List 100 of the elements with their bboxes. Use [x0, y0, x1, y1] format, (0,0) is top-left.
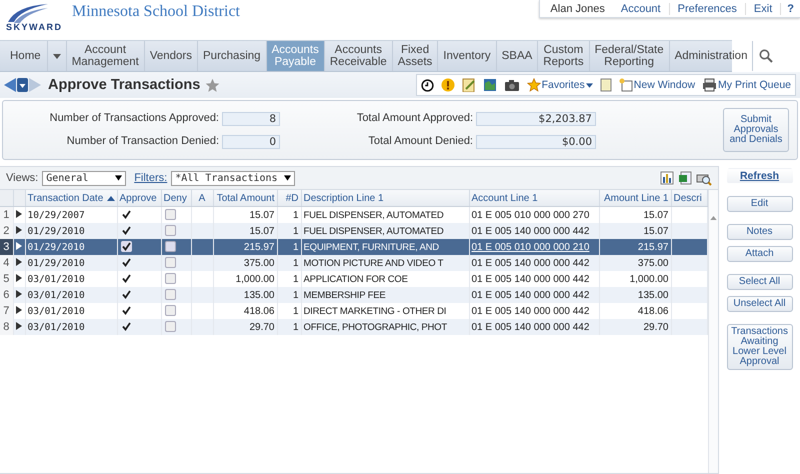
deny-checkbox[interactable] [164, 305, 176, 316]
field-label: Total Amount Approved: [356, 112, 473, 126]
user-menu-link[interactable]: Exit [744, 2, 780, 14]
approve-checkbox[interactable] [120, 225, 132, 236]
table-cell: 29.70 [213, 319, 277, 335]
caret-icon [284, 175, 291, 181]
action-button[interactable]: Notes [726, 224, 792, 240]
table-cell: 29.70 [599, 319, 671, 335]
action-button[interactable]: Edit [726, 196, 792, 212]
deny-checkbox[interactable] [164, 289, 176, 300]
table-cell: 1 [277, 319, 301, 335]
approve-checkbox[interactable] [120, 241, 132, 252]
deny-checkbox[interactable] [164, 321, 176, 332]
action-button[interactable]: Unselect All [726, 296, 792, 312]
chart-icon[interactable] [660, 171, 674, 185]
nav-tab[interactable]: SBAA [496, 41, 538, 71]
field-label: Number of Transactions Approved: [48, 112, 219, 126]
row-number: 7 [0, 303, 13, 319]
table-row[interactable]: 8 03/01/2010 29.70 1 OFFICE, PHOTOGRAPHIC, PHOT 01 E 005 140 000 000 442 29.70 [0, 319, 707, 335]
approve-checkbox[interactable] [120, 209, 132, 220]
caret-icon [586, 82, 593, 88]
star-icon [526, 78, 541, 92]
approve-checkbox[interactable] [120, 289, 132, 300]
approve-checkbox[interactable] [120, 321, 132, 332]
user-menu-link[interactable]: Preferences [668, 2, 745, 14]
submit-button[interactable]: Submit Approvals and Denials [723, 108, 789, 152]
row-number: 1 [0, 206, 13, 223]
scrollbar[interactable] [708, 190, 718, 473]
column-header[interactable]: #D [277, 190, 301, 206]
help-button[interactable]: ? [780, 2, 800, 14]
row-number: 3 [0, 239, 13, 255]
filters-select[interactable]: *All Transactions [171, 170, 295, 186]
column-header[interactable]: Description Line 1 [301, 190, 469, 206]
scroll-up-icon[interactable] [710, 216, 717, 220]
deny-checkbox[interactable] [164, 273, 176, 284]
approve-checkbox[interactable] [120, 305, 132, 316]
table-cell: 01 E 005 140 000 000 442 [469, 319, 599, 335]
table-row[interactable]: 4 01/29/2010 375.00 1 MOTION PICTURE AND VIDEO T 01 E 005 140 000 000 442 375.00 [0, 255, 707, 271]
amount-field: $0.00 [476, 134, 596, 148]
column-header[interactable]: Transaction Date [25, 190, 117, 206]
table-cell: 01 E 005 140 000 000 442 [469, 287, 599, 303]
action-button[interactable]: Attach [726, 246, 792, 262]
action-button[interactable]: Transactions Awaiting Lower Level Approval [726, 324, 792, 370]
action-button[interactable]: Select All [726, 274, 792, 290]
printer-icon [702, 78, 718, 92]
nav-tab[interactable]: Custom Reports [538, 41, 590, 71]
approve-checkbox[interactable] [120, 257, 132, 268]
deny-checkbox[interactable] [164, 241, 176, 252]
spreadsheet-icon[interactable] [678, 171, 692, 185]
clock-icon[interactable] [420, 78, 434, 92]
column-header[interactable]: Deny [161, 190, 191, 206]
dropdown-icon[interactable] [17, 78, 28, 92]
refresh-link[interactable]: Refresh [726, 168, 792, 184]
home-tab[interactable]: Home [0, 41, 48, 71]
filters-link[interactable]: Filters: [134, 172, 168, 184]
favorites-menu[interactable]: Favorites [526, 78, 593, 92]
star-icon[interactable] [205, 78, 220, 92]
map-icon[interactable] [482, 78, 497, 92]
notepad-icon[interactable] [462, 78, 476, 92]
back-arrow-icon[interactable] [4, 78, 16, 92]
print-queue-link[interactable]: My Print Queue [702, 78, 791, 92]
table-cell: MEMBERSHIP FEE [301, 287, 469, 303]
new-window-link[interactable]: New Window [618, 78, 696, 92]
column-header[interactable]: A [191, 190, 213, 206]
column-header[interactable]: Account Line 1 [469, 190, 599, 206]
user-menu-link[interactable]: Account [612, 2, 669, 14]
table-cell: MOTION PICTURE AND VIDEO T [301, 255, 469, 271]
row-number: 5 [0, 271, 13, 287]
table-row[interactable]: 6 03/01/2010 135.00 1 MEMBERSHIP FEE 01 E 005 140 000 000 442 135.00 [0, 287, 707, 303]
camera-icon[interactable] [504, 78, 520, 92]
nav-tab[interactable]: Fixed Assets [392, 41, 438, 71]
row-number: 8 [0, 319, 13, 335]
table-row[interactable]: 2 01/29/2010 15.07 1 FUEL DISPENSER, AUTOMATED 01 E 005 140 000 000 442 15.07 [0, 223, 707, 239]
nav-tab[interactable]: Account Management [66, 41, 145, 71]
nav-tab[interactable]: Federal/State Reporting [590, 41, 670, 71]
page-title: Approve Transactions [48, 77, 200, 93]
deny-checkbox[interactable] [164, 225, 176, 236]
table-cell: 135.00 [213, 287, 277, 303]
district-title: Minnesota School District [72, 3, 240, 21]
column-header[interactable]: Approve [117, 190, 161, 206]
search-icon [759, 49, 774, 63]
column-header[interactable]: Total Amount [213, 190, 277, 206]
deny-checkbox[interactable] [164, 209, 176, 220]
table-cell: OFFICE, PHOTOGRAPHIC, PHOT [301, 319, 469, 335]
nav-tab[interactable]: Accounts Receivable [324, 41, 393, 71]
deny-checkbox[interactable] [164, 257, 176, 268]
swoosh-icon [6, 2, 50, 24]
caret-icon [52, 54, 61, 58]
table-row[interactable]: 3 01/29/2010 215.97 1 EQUIPMENT, FURNITURE, AND 01 E 005 010 000 000 210 215.97 [0, 239, 707, 255]
views-select[interactable]: General [42, 170, 126, 186]
nav-tab[interactable]: Vendors [144, 41, 198, 71]
nav-tab[interactable]: Inventory [438, 41, 497, 71]
column-header[interactable]: Descri [671, 190, 707, 206]
column-header[interactable]: Amount Line 1 [599, 190, 671, 206]
alert-icon[interactable] [440, 78, 455, 92]
approve-checkbox[interactable] [120, 273, 132, 284]
document-icon[interactable] [600, 78, 612, 92]
table-cell: 135.00 [599, 287, 671, 303]
table-cell: 01 E 005 140 000 000 442 [469, 255, 599, 271]
field-label: Number of Transaction Denied: [66, 134, 219, 148]
